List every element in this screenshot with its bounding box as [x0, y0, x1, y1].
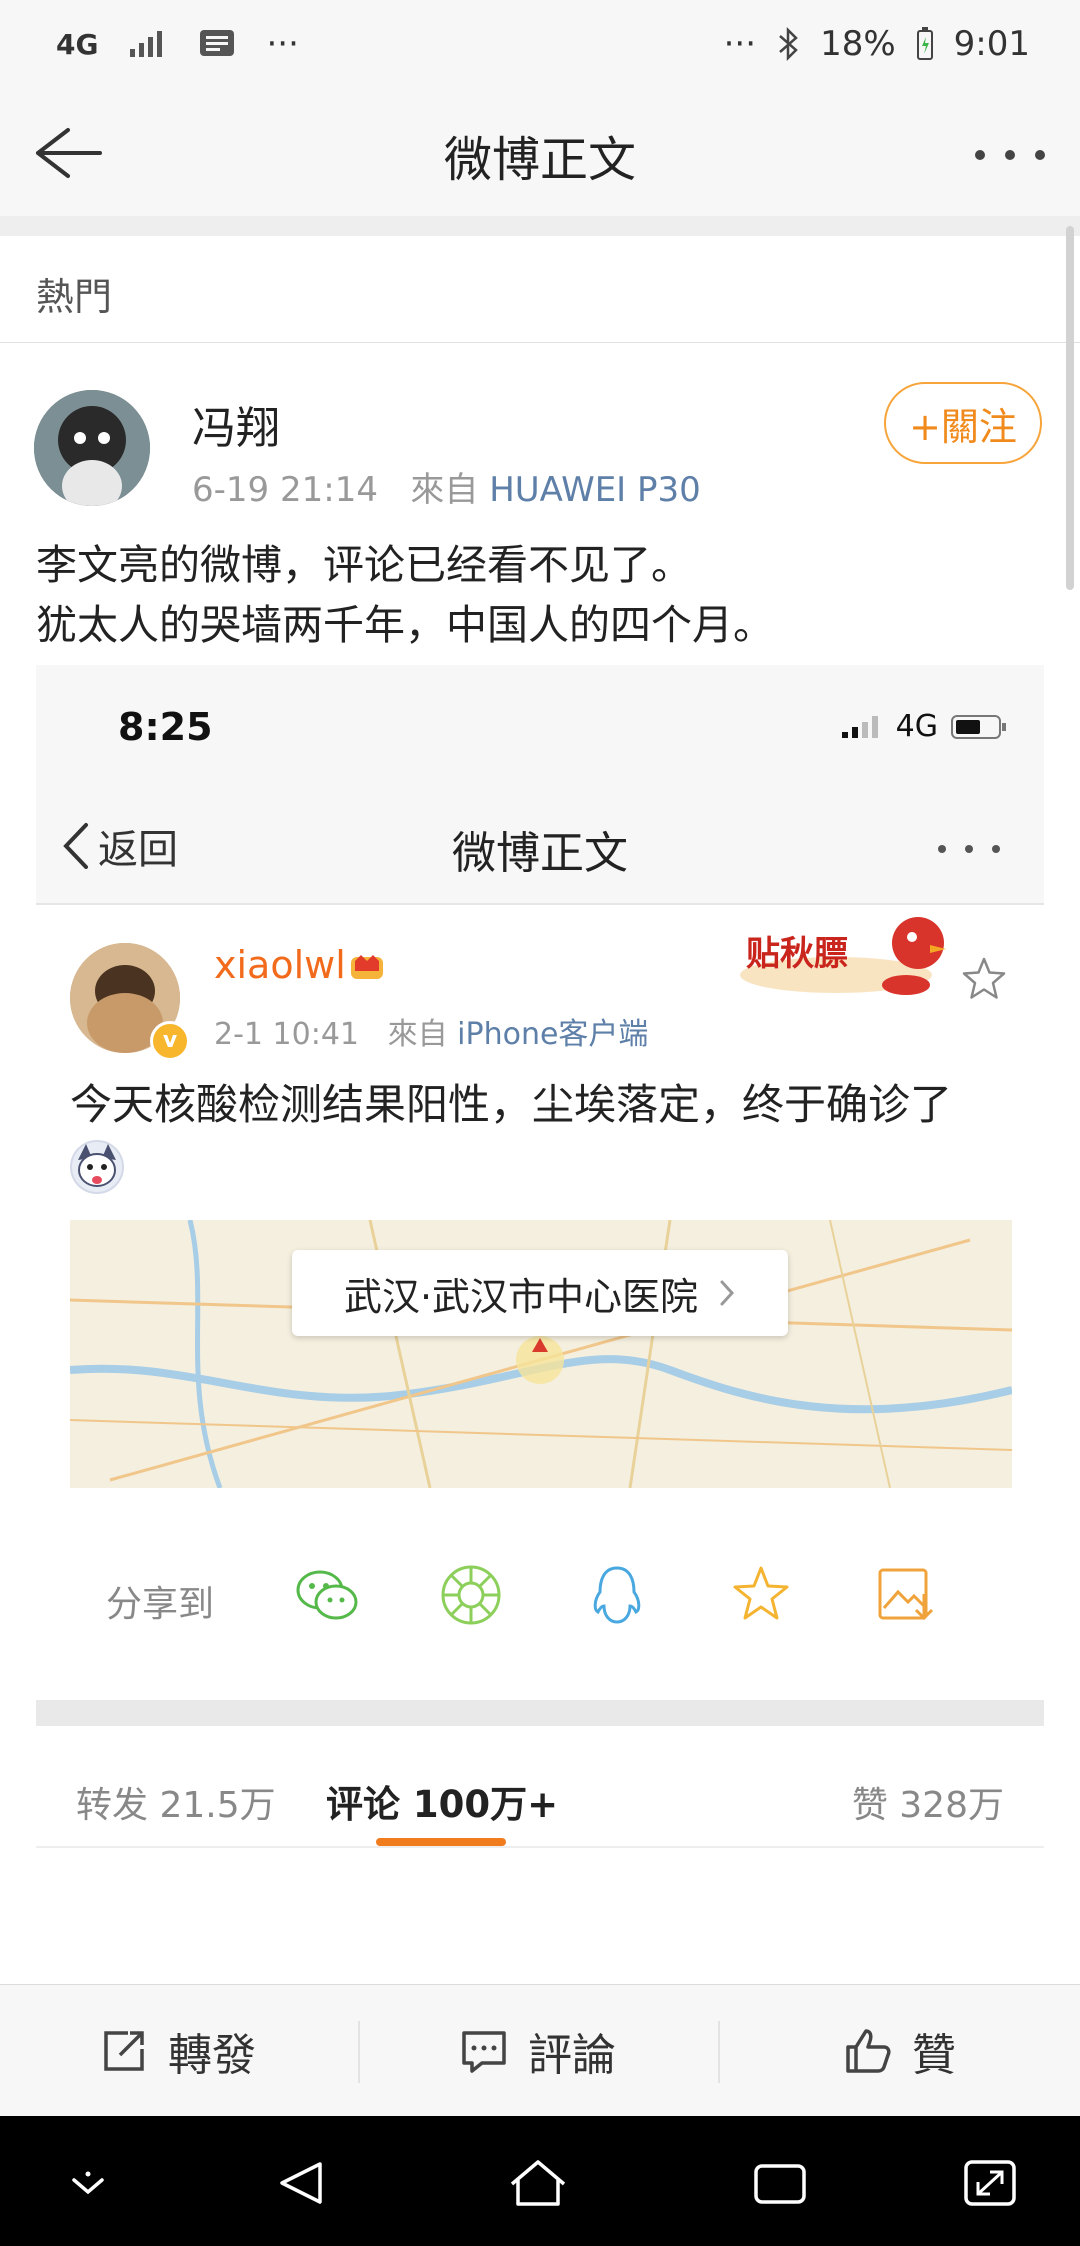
- status-dots: ···: [723, 24, 757, 64]
- crown-icon: [351, 955, 383, 979]
- repost-label: 转发: [76, 1785, 149, 1826]
- embedded-title: 微博正文: [452, 828, 628, 879]
- scrollbar[interactable]: [1066, 226, 1074, 590]
- page-title: 微博正文: [443, 132, 636, 188]
- repost-button[interactable]: 轉發: [98, 1985, 256, 2117]
- favorite-star-icon: [733, 1566, 789, 1620]
- location-map: 武汉·武汉市中心医院: [70, 1220, 1012, 1488]
- follow-button[interactable]: +關注: [884, 382, 1042, 464]
- embedded-source: iPhone客户端: [457, 1017, 649, 1052]
- battery-icon: [951, 714, 1006, 739]
- notification-dots: ···: [266, 24, 299, 64]
- repost-stat: 转发 21.5万: [76, 1776, 276, 1828]
- like-count: 328万: [899, 1785, 1004, 1826]
- signal-icon: [841, 715, 878, 738]
- embedded-meta: 2-1 10:41 來自 iPhone客户端: [214, 1009, 648, 1053]
- comment-count: 100万+: [412, 1783, 559, 1826]
- like-label: 贊: [912, 2030, 956, 2081]
- comment-label: 評論: [528, 2030, 616, 2081]
- location-text: 武汉·武汉市中心医院: [343, 1274, 699, 1319]
- active-tab-indicator: [376, 1838, 506, 1846]
- divider: [36, 1700, 1044, 1726]
- battery-percent: 18%: [820, 24, 896, 64]
- expand-nav-icon[interactable]: [960, 2158, 1020, 2208]
- bluetooth-icon: [779, 26, 798, 62]
- svg-text:贴秋膘: 贴秋膘: [746, 934, 848, 974]
- embedded-status-bar: 8:25 4G: [36, 665, 1044, 785]
- comment-label: 评论: [326, 1783, 400, 1826]
- hide-nav-icon[interactable]: [58, 2158, 118, 2208]
- like-button[interactable]: 贊: [842, 1985, 956, 2117]
- comment-button[interactable]: 評論: [458, 1985, 616, 2117]
- moments-icon: [441, 1565, 501, 1625]
- embedded-post-text: 今天核酸检测结果阳性，尘埃落定，终于确诊了: [70, 1080, 953, 1129]
- clock: 9:01: [953, 24, 1030, 64]
- recents-nav-icon[interactable]: [750, 2158, 810, 2208]
- avatar-image: [34, 390, 150, 506]
- from-label: 來自: [410, 470, 479, 510]
- repost-count: 21.5万: [159, 1785, 276, 1826]
- qq-icon: [593, 1566, 641, 1624]
- embedded-nav-bar: 返回 微博正文: [36, 785, 1044, 905]
- embedded-status-icons: 4G: [840, 709, 1008, 744]
- more-icon[interactable]: [970, 140, 1050, 170]
- back-nav-icon[interactable]: [272, 2158, 332, 2208]
- from-label: 來自: [387, 1017, 448, 1052]
- action-bar: 轉發 評論 贊: [0, 1984, 1080, 2117]
- embedded-stats-tabs: 转发 21.5万 评论 100万+ 赞 328万: [36, 1726, 1044, 1848]
- like-label: 赞: [851, 1785, 888, 1826]
- divider: [0, 216, 1080, 236]
- post-text: 李文亮的微博，评论已经看不见了。 犹太人的哭墙两千年，中国人的四个月。: [36, 535, 1056, 655]
- verified-badge-icon: v: [150, 1021, 190, 1061]
- thumbs-up-icon: [846, 2029, 891, 2073]
- embedded-time: 2-1 10:41: [214, 1017, 359, 1052]
- post-time: 6-19 21:14: [192, 470, 378, 510]
- post-meta: 6-19 21:14 來自 HUAWEI P30: [192, 462, 701, 511]
- hot-section-header: 熱門: [0, 236, 1080, 343]
- sticker-autumn-icon: 贴秋膘: [740, 917, 946, 995]
- home-nav-icon[interactable]: [508, 2158, 568, 2208]
- divider: [358, 2021, 360, 2083]
- repost-icon: [104, 2031, 144, 2071]
- post-author[interactable]: 冯翔: [192, 392, 280, 456]
- chevron-right-icon: [720, 1280, 735, 1306]
- post-text-line: 李文亮的微博，评论已经看不见了。: [36, 541, 692, 589]
- nav-bar: 微博正文: [0, 90, 1080, 217]
- post-text-line: 犹太人的哭墙两千年，中国人的四个月。: [36, 601, 774, 649]
- share-label: 分享到: [106, 1584, 215, 1625]
- network-icon: 4G: [56, 27, 99, 61]
- battery-icon: [916, 27, 933, 60]
- status-bar: 4G ··· ··· 18% 9:01: [0, 0, 1080, 90]
- repost-label: 轉發: [168, 2030, 256, 2081]
- embedded-screenshot[interactable]: 8:25 4G 返回 微博正文 v xiaolwl 贴秋膘 2-1 10:41 …: [36, 665, 1044, 2003]
- comment-stat: 评论 100万+: [326, 1774, 558, 1828]
- embedded-network: 4G: [895, 709, 938, 744]
- save-image-icon: [878, 1568, 934, 1621]
- message-icon: [200, 30, 235, 56]
- system-nav-bar: [0, 2116, 1080, 2246]
- husky-emoji-icon: [70, 1140, 124, 1194]
- wechat-icon: [296, 1570, 358, 1620]
- signal-icon: [130, 31, 163, 57]
- location-card: 武汉·武汉市中心医院: [292, 1250, 788, 1336]
- embedded-clock: 8:25: [118, 705, 213, 749]
- more-icon: [938, 845, 1000, 853]
- like-stat: 赞 328万: [852, 1776, 1004, 1828]
- section-label: 熱門: [36, 275, 113, 319]
- embedded-username: xiaolwl: [214, 943, 346, 987]
- post-source[interactable]: HUAWEI P30: [489, 470, 701, 510]
- avatar[interactable]: [34, 390, 150, 506]
- divider: [718, 2021, 720, 2083]
- comment-icon: [462, 2031, 506, 2073]
- star-icon: [962, 957, 1006, 999]
